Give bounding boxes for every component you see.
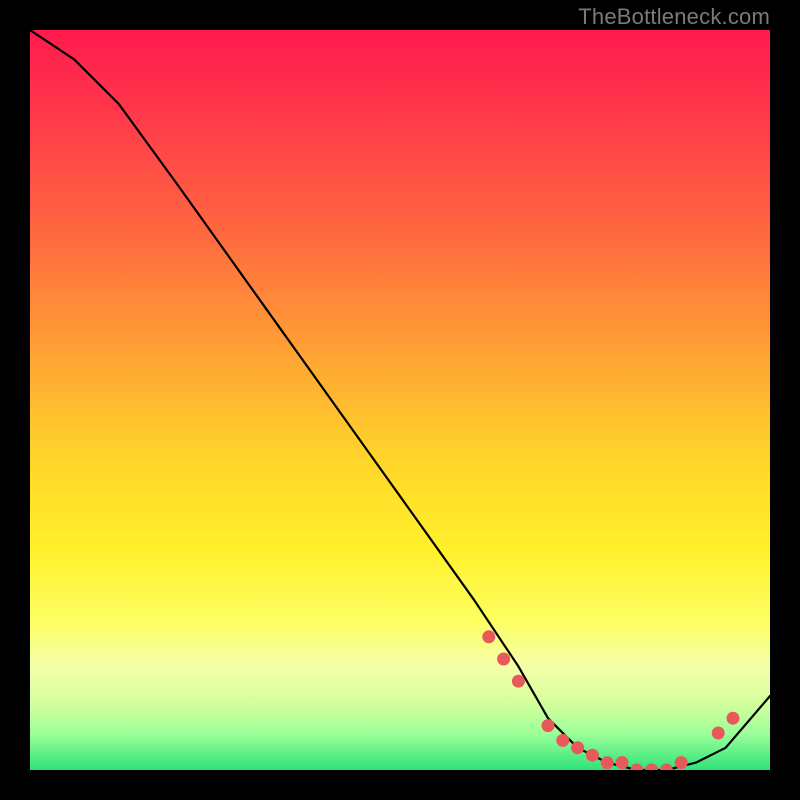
watermark-label: TheBottleneck.com	[578, 4, 770, 30]
chart-svg	[30, 30, 770, 770]
highlight-marker	[727, 712, 740, 725]
highlight-marker	[542, 719, 555, 732]
highlight-marker	[601, 756, 614, 769]
chart-frame: TheBottleneck.com	[0, 0, 800, 800]
highlight-marker	[571, 741, 584, 754]
highlight-marker	[616, 756, 629, 769]
highlight-marker	[482, 630, 495, 643]
highlight-marker	[556, 734, 569, 747]
highlight-marker	[630, 764, 643, 771]
highlight-marker	[586, 749, 599, 762]
highlight-marker	[645, 764, 658, 771]
bottleneck-curve-line	[30, 30, 770, 770]
highlight-marker	[675, 756, 688, 769]
highlight-marker-group	[482, 630, 739, 770]
highlight-marker	[512, 675, 525, 688]
plot-area	[30, 30, 770, 770]
highlight-marker	[497, 653, 510, 666]
highlight-marker	[712, 727, 725, 740]
highlight-marker	[660, 764, 673, 771]
